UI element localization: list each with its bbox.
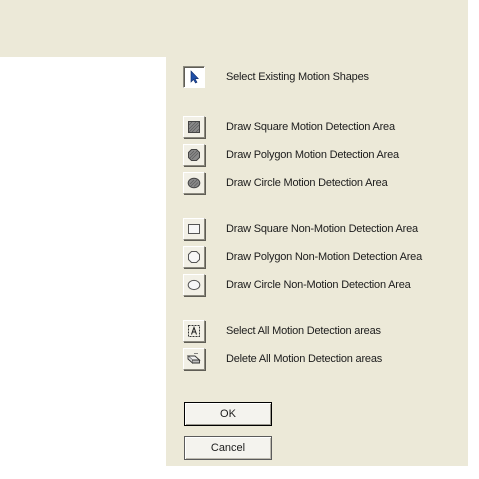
tool-label: Draw Circle Non-Motion Detection Area — [226, 279, 411, 291]
cancel-button[interactable]: Cancel — [184, 436, 272, 460]
shaded-circle-icon — [187, 177, 201, 189]
select-all-button[interactable] — [183, 320, 205, 342]
circle-non-motion-button[interactable] — [183, 274, 205, 296]
square-motion-button[interactable] — [183, 116, 205, 138]
drawing-canvas[interactable] — [0, 57, 166, 466]
tool-circle-non-motion[interactable]: Draw Circle Non-Motion Detection Area — [183, 273, 411, 297]
arrow-cursor-icon — [190, 70, 199, 84]
polygon-motion-button[interactable] — [183, 144, 205, 166]
shaded-polygon-icon — [188, 149, 200, 161]
select-all-icon — [188, 325, 200, 337]
tool-label: Draw Square Non-Motion Detection Area — [226, 223, 418, 235]
shaded-square-icon — [188, 121, 200, 133]
tool-label: Delete All Motion Detection areas — [226, 353, 383, 365]
tool-square-non-motion[interactable]: Draw Square Non-Motion Detection Area — [183, 217, 418, 241]
hollow-polygon-icon — [188, 251, 200, 263]
square-non-motion-button[interactable] — [183, 218, 205, 240]
hollow-square-icon — [188, 224, 200, 234]
tool-label: Draw Polygon Non-Motion Detection Area — [226, 251, 423, 263]
tool-select-shapes[interactable]: Select Existing Motion Shapes — [183, 65, 369, 89]
tool-label: Draw Circle Motion Detection Area — [226, 177, 388, 189]
motion-detection-dialog: Select Existing Motion Shapes Draw Squar… — [0, 0, 468, 466]
tool-select-all[interactable]: Select All Motion Detection areas — [183, 319, 381, 343]
tool-polygon-non-motion[interactable]: Draw Polygon Non-Motion Detection Area — [183, 245, 422, 269]
select-shapes-button[interactable] — [183, 66, 205, 88]
tool-label: Select Existing Motion Shapes — [226, 71, 369, 83]
tool-delete-all[interactable]: Delete All Motion Detection areas — [183, 347, 382, 371]
tool-square-motion[interactable]: Draw Square Motion Detection Area — [183, 115, 395, 139]
circle-motion-button[interactable] — [183, 172, 205, 194]
eraser-icon — [186, 353, 201, 365]
tool-label: Select All Motion Detection areas — [226, 325, 381, 337]
tool-polygon-motion[interactable]: Draw Polygon Motion Detection Area — [183, 143, 399, 167]
tool-label: Draw Square Motion Detection Area — [226, 121, 395, 133]
tool-label: Draw Polygon Motion Detection Area — [226, 149, 399, 161]
tool-circle-motion[interactable]: Draw Circle Motion Detection Area — [183, 171, 388, 195]
ok-button[interactable]: OK — [184, 402, 272, 426]
hollow-circle-icon — [187, 279, 201, 291]
delete-all-button[interactable] — [183, 348, 205, 370]
polygon-non-motion-button[interactable] — [183, 246, 205, 268]
